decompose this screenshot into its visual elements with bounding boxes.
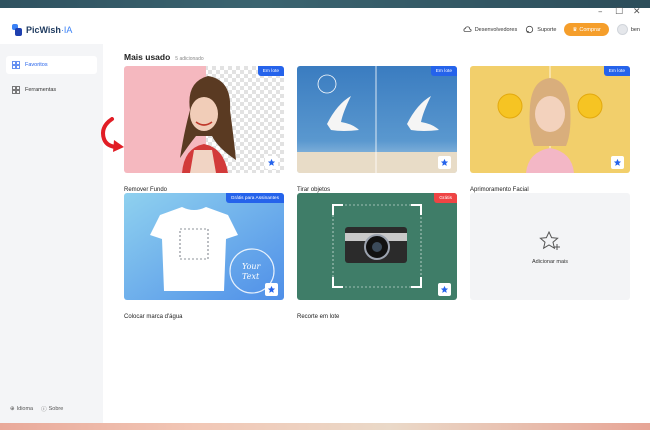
desktop-top-band — [0, 0, 650, 8]
added-count: 5 adicionado — [175, 56, 204, 62]
app-name: PicWish — [26, 25, 61, 35]
favorite-star-button[interactable] — [265, 156, 278, 169]
sidebar: Favoritos Ferramentas ⊕ Idioma ⓘ Sobre — [0, 44, 103, 423]
app-logo: PicWish·IA — [12, 24, 72, 36]
developers-label: Desenvolvedores — [474, 26, 518, 33]
batch-crop-thumbnail — [297, 193, 457, 300]
star-icon — [613, 158, 622, 166]
add-more-label: Adicionar mais — [531, 258, 569, 265]
remove-background-thumbnail — [124, 66, 284, 173]
watermark-thumbnail: Your Text — [124, 193, 284, 300]
support-label: Suporte — [537, 26, 557, 33]
app-window: – ☐ ✕ PicWish·IA Desenvolvedores Suporte… — [0, 7, 650, 423]
support-icon — [526, 25, 534, 34]
info-icon: ⓘ — [41, 407, 47, 413]
developers-link[interactable]: Desenvolvedores — [463, 25, 518, 34]
tool-card-remove-objects[interactable]: Em lote — [297, 66, 457, 173]
star-plus-icon — [539, 230, 560, 250]
support-link[interactable]: Suporte — [525, 25, 556, 34]
free-tag: Grátis — [434, 193, 457, 203]
sidebar-item-tools[interactable]: Ferramentas — [6, 81, 97, 99]
red-arrow-annotation — [101, 117, 124, 152]
face-enhancement-thumbnail — [470, 66, 630, 173]
sidebar-footer: ⊕ Idioma ⓘ Sobre — [10, 405, 63, 413]
page-title: Mais usado — [124, 52, 171, 62]
favorite-star-button[interactable] — [438, 156, 451, 169]
desktop-bottom-band — [0, 423, 650, 430]
favorites-grid-icon — [12, 61, 20, 69]
star-icon — [267, 285, 276, 293]
tool-card-watermark[interactable]: Your Text Grátis para Assinantes — [124, 193, 284, 300]
picwish-logo-icon — [12, 24, 22, 36]
card-label: Recorte em lote — [297, 314, 340, 320]
close-button[interactable]: ✕ — [633, 7, 641, 17]
tools-grid-icon — [12, 86, 20, 94]
language-link[interactable]: ⊕ Idioma — [10, 405, 33, 413]
user-name: ben — [630, 26, 640, 33]
favorite-star-button[interactable] — [438, 283, 451, 296]
title-bar: – ☐ ✕ — [0, 7, 650, 18]
maximize-button[interactable]: ☐ — [615, 7, 623, 17]
sidebar-item-favorites[interactable]: Favoritos — [6, 56, 97, 74]
minimize-button[interactable]: – — [598, 7, 603, 17]
app-header: PicWish·IA Desenvolvedores Suporte ♛ Com… — [0, 18, 650, 44]
star-icon — [267, 158, 276, 166]
app-name-suffix: ·IA — [60, 25, 73, 35]
star-icon — [440, 285, 449, 293]
main-content: Mais usado 5 adicionado Em lote Remover … — [101, 44, 650, 423]
section-title: Mais usado 5 adicionado — [124, 52, 204, 62]
developers-icon — [463, 26, 472, 32]
sidebar-item-label: Ferramentas — [25, 87, 57, 93]
sidebar-item-label: Favoritos — [25, 62, 48, 68]
tool-card-batch-crop[interactable]: Grátis — [297, 193, 457, 300]
user-menu[interactable]: ben — [616, 24, 640, 35]
favorite-star-button[interactable] — [611, 156, 624, 169]
crown-icon: ♛ — [572, 26, 578, 33]
header-actions: Desenvolvedores Suporte ♛ Comprar ben — [463, 23, 640, 36]
remove-objects-thumbnail — [297, 66, 457, 173]
about-link[interactable]: ⓘ Sobre — [41, 405, 63, 413]
buy-label: Comprar — [579, 26, 601, 33]
star-icon — [440, 158, 449, 166]
favorite-star-button[interactable] — [265, 283, 278, 296]
globe-icon: ⊕ — [10, 406, 15, 412]
batch-tag: Em lote — [257, 66, 284, 76]
buy-button[interactable]: ♛ Comprar — [564, 23, 609, 36]
card-label: Colocar marca d'água — [124, 314, 183, 320]
free-for-subscribers-tag: Grátis para Assinantes — [225, 193, 284, 203]
language-label: Idioma — [16, 406, 34, 412]
tool-card-face-enhancement[interactable]: Em lote — [470, 66, 630, 173]
batch-tag: Em lote — [430, 66, 457, 76]
svg-text:Your: Your — [242, 262, 262, 271]
batch-tag: Em lote — [603, 66, 630, 76]
add-more-card[interactable]: Adicionar mais — [470, 193, 630, 300]
svg-text:Text: Text — [242, 272, 260, 281]
avatar — [616, 24, 628, 35]
tool-card-remove-background[interactable]: Em lote — [124, 66, 284, 173]
about-label: Sobre — [48, 406, 64, 412]
